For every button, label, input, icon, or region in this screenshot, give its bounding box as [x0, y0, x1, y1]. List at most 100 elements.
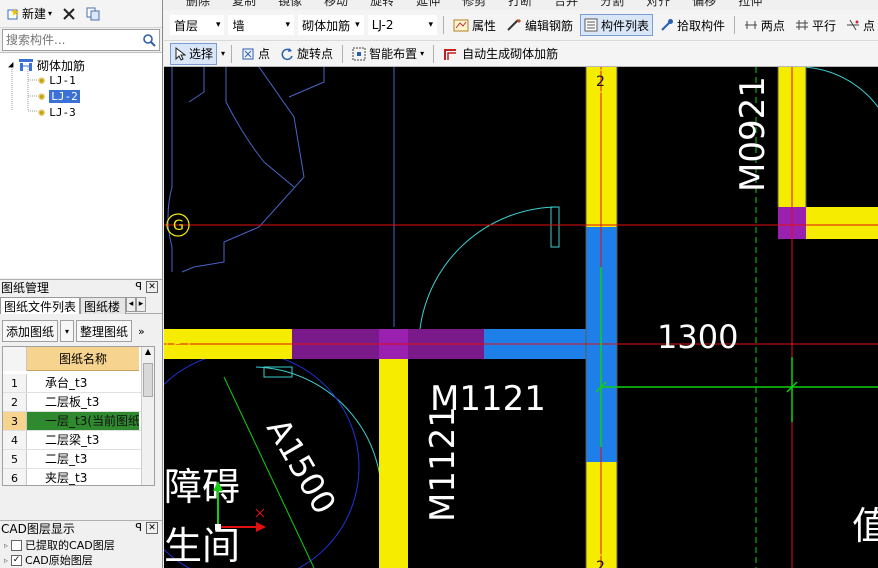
expand-icon[interactable]: ▹ — [4, 556, 8, 565]
close-icon[interactable]: ✕ — [146, 281, 158, 293]
edit-rebar-button[interactable]: 编辑钢筋 — [503, 14, 576, 36]
tool-move[interactable]: 移动 — [324, 0, 348, 9]
smart-layout-label: 智能布置 — [369, 47, 418, 61]
row-name: 一层_t3(当前图纸) — [27, 412, 139, 430]
point-button[interactable]: 点 — [238, 43, 273, 65]
room-text-barrier: 障碍 — [164, 465, 240, 509]
table-row[interactable]: 2 二层板_t3 — [3, 393, 143, 412]
tool-offset[interactable]: 偏移 — [692, 0, 716, 9]
search-icon[interactable] — [142, 33, 156, 47]
component-list-button[interactable]: 构件列表 — [579, 14, 653, 36]
more-icon[interactable]: » — [138, 325, 145, 338]
row-name: 二层_t3 — [45, 452, 88, 466]
tool-rotate[interactable]: 旋转 — [370, 0, 394, 9]
tool-extend[interactable]: 延伸 — [416, 0, 440, 9]
tool-split[interactable]: 分割 — [600, 0, 624, 9]
tool-copy[interactable]: 复制 — [232, 0, 256, 9]
scroll-thumb[interactable] — [143, 363, 153, 397]
door-label-m1121-vertical: M1121 — [423, 406, 463, 522]
tool-delete[interactable]: 删除 — [186, 0, 210, 9]
tree-root[interactable]: ◢ 砌体加筋 — [8, 57, 85, 73]
layer-checkbox[interactable]: ✓ — [11, 554, 23, 566]
table-row-current[interactable]: 3 一层_t3(当前图纸) — [3, 412, 143, 431]
properties-label: 属性 — [471, 18, 496, 33]
point-angle-label: 点 — [862, 18, 875, 33]
drawing-tabs: 图纸文件列表 图纸楼 ◂ ▸ — [0, 297, 162, 314]
tree-item[interactable]: ✺ LJ-3 — [38, 104, 76, 120]
auto-rebar-icon — [444, 48, 457, 60]
properties-button[interactable]: 属性 — [450, 14, 499, 36]
floor-select[interactable]: 首层 ▾ — [170, 15, 225, 35]
smart-layout-button[interactable]: 智能布置 ▾ — [349, 43, 427, 65]
eyedropper-icon — [661, 19, 673, 31]
chevron-down-icon: ▾ — [48, 9, 53, 18]
layer-item-original[interactable]: ▹ ✓ CAD原始图层 — [4, 553, 93, 567]
chevron-down-icon: ▾ — [355, 20, 360, 30]
copy-button[interactable] — [83, 3, 103, 25]
room-text-duty: 值 — [852, 504, 878, 548]
drawing-manager-header: 图纸管理 ꟼ ✕ — [0, 279, 162, 295]
separator — [342, 44, 344, 63]
table-scrollbar[interactable]: ▲ — [141, 347, 154, 485]
tool-stretch[interactable]: 拉伸 — [738, 0, 762, 9]
pick-component-button[interactable]: 拾取构件 — [657, 14, 728, 36]
pin-icon[interactable]: ꟼ — [135, 280, 142, 293]
tab-drawing-files[interactable]: 图纸文件列表 — [0, 297, 81, 314]
table-row[interactable]: 6 夹层_t3 — [3, 469, 143, 485]
search-input[interactable] — [3, 33, 133, 47]
parallel-button[interactable]: 平行 — [792, 14, 839, 36]
rotate-point-label: 旋转点 — [297, 47, 334, 61]
tab-drawing-floors[interactable]: 图纸楼 — [80, 297, 127, 314]
chevron-down-icon[interactable]: ▾ — [221, 49, 225, 58]
gear-item-icon: ✺ — [38, 73, 46, 87]
axis-label-2-bottom: 2 — [596, 559, 605, 568]
tool-align[interactable]: 对齐 — [646, 0, 670, 9]
point-label: 点 — [258, 47, 271, 61]
point-angle-button[interactable]: 点 — [843, 14, 878, 36]
expand-icon[interactable]: ▹ — [4, 541, 8, 550]
delete-button[interactable] — [59, 3, 79, 25]
two-points-button[interactable]: 两点 — [741, 14, 788, 36]
tool-mirror[interactable]: 镜像 — [278, 0, 302, 9]
select-label: 选择 — [189, 47, 214, 61]
pin-icon[interactable]: ꟼ — [135, 521, 142, 534]
layer-checkbox[interactable] — [11, 539, 23, 551]
layer-item-extracted[interactable]: ▹ 已提取的CAD图层 — [4, 538, 115, 552]
layer-label: CAD原始图层 — [25, 554, 93, 567]
smart-layout-icon — [352, 47, 366, 60]
tool-merge[interactable]: 合并 — [554, 0, 578, 9]
tree-item-label: LJ-1 — [49, 73, 76, 87]
category-select[interactable]: 墙 ▾ — [228, 15, 295, 35]
drawing-canvas[interactable]: G F 2 2 1300 M1121 M1121 M0921 A1500 障碍 … — [164, 67, 878, 568]
tree-item-selected[interactable]: ✺ LJ-2 — [38, 88, 80, 104]
tree-item[interactable]: ✺ LJ-1 — [38, 72, 76, 88]
floor-value: 首层 — [174, 18, 199, 33]
organize-drawing-button[interactable]: 整理图纸 — [76, 320, 133, 342]
drawing-table: 图纸名称 1 承台_t3 2 二层板_t3 3 一层_t3(当前图纸) 4 二层… — [2, 346, 155, 486]
expand-icon[interactable]: ◢ — [8, 60, 18, 70]
close-icon[interactable]: ✕ — [146, 522, 158, 534]
tool-trim[interactable]: 修剪 — [462, 0, 486, 9]
tab-scroll-left-icon[interactable]: ◂ — [126, 297, 137, 312]
row-name: 承台_t3 — [45, 376, 88, 390]
tab-scroll-right-icon[interactable]: ▸ — [136, 297, 147, 312]
rotate-point-button[interactable]: 旋转点 — [277, 43, 336, 65]
component-select[interactable]: LJ-2 ▾ — [367, 15, 438, 35]
table-row[interactable]: 1 承台_t3 — [3, 374, 143, 393]
scroll-up-icon[interactable]: ▲ — [142, 347, 154, 356]
auto-generate-button[interactable]: 自动生成砌体加筋 — [440, 43, 561, 65]
tree-component-icon — [19, 59, 33, 71]
table-row[interactable]: 4 二层梁_t3 — [3, 431, 143, 450]
axis-label-g: G — [173, 218, 184, 234]
column-header-name[interactable]: 图纸名称 — [27, 347, 139, 371]
cad-drawing[interactable]: G F 2 2 1300 M1121 M1121 M0921 A1500 障碍 … — [164, 67, 878, 568]
add-drawing-dropdown[interactable]: ▾ — [60, 320, 75, 342]
type-select[interactable]: 砌体加筋 ▾ — [298, 15, 364, 35]
tool-break[interactable]: 打断 — [508, 0, 532, 9]
table-row[interactable]: 5 二层_t3 — [3, 450, 143, 469]
add-drawing-button[interactable]: 添加图纸 — [2, 320, 59, 342]
new-icon — [7, 7, 19, 19]
door-label-m0921: M0921 — [733, 76, 773, 192]
select-button[interactable]: 选择 — [170, 42, 218, 65]
new-button[interactable]: 新建 ▾ — [3, 3, 55, 25]
